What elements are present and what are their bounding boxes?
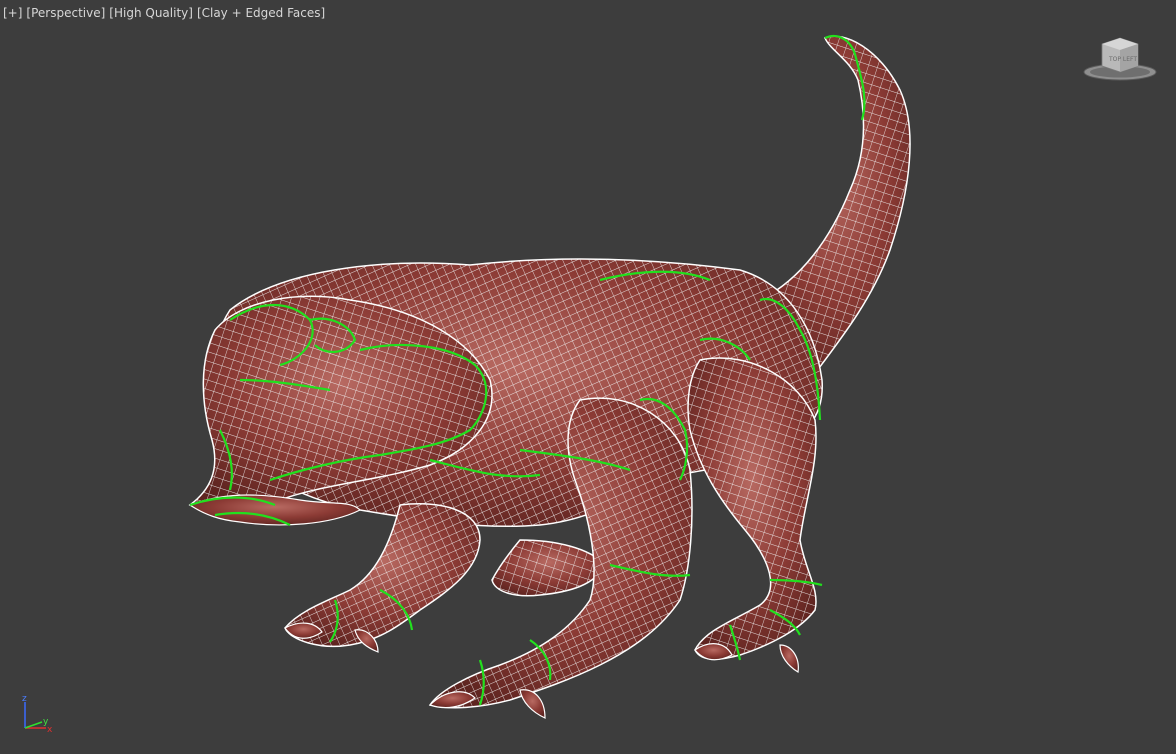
axis-tripod-icon: z y x [22,694,53,735]
creature-model[interactable] [0,0,1176,754]
viewcube-icon[interactable]: TOP LEFT [1082,32,1160,88]
front-right-leg-mesh [491,539,606,597]
axis-z-label: z [22,694,27,704]
hind-leg-right-mesh [687,357,817,660]
axis-x-label: x [47,725,53,735]
viewcube-face-label: TOP LEFT [1108,56,1137,63]
perspective-viewport[interactable]: [+] [Perspective] [High Quality] [Clay +… [0,0,1176,754]
